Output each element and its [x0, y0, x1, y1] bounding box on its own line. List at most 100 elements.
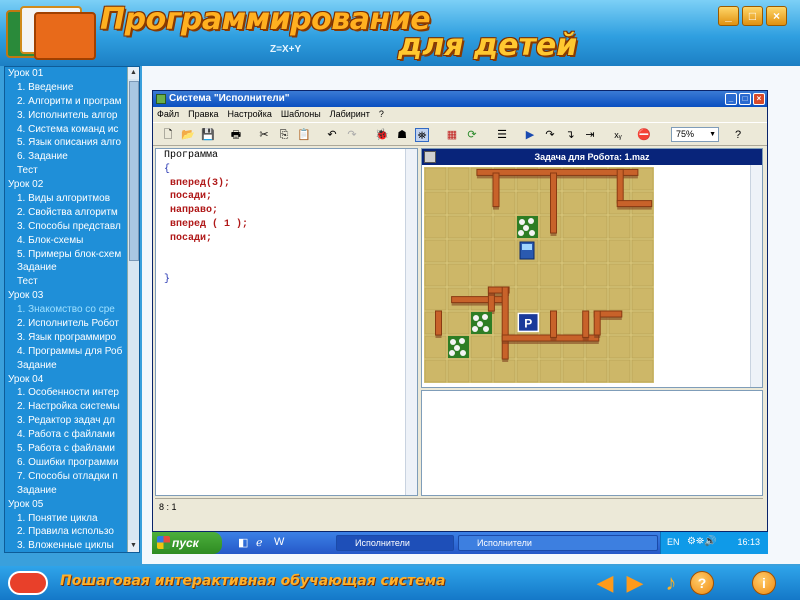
program-editor[interactable]: Программа { вперед(3); посади; направо; в…: [155, 148, 418, 496]
menu-item[interactable]: ?: [379, 109, 384, 119]
paste-icon[interactable]: 📋: [297, 128, 311, 142]
lesson-item[interactable]: Задание: [5, 359, 139, 373]
close-button[interactable]: ×: [766, 6, 787, 26]
window-close-button[interactable]: ×: [753, 93, 765, 105]
cut-icon[interactable]: ✂: [257, 128, 271, 142]
robot-pane-icon[interactable]: [424, 151, 436, 163]
editor-scrollbar[interactable]: [405, 149, 417, 495]
refresh-icon[interactable]: ⟳: [465, 128, 479, 142]
lesson-item[interactable]: 3. Язык программиро: [5, 331, 139, 345]
lesson-item[interactable]: 1. Особенности интер: [5, 386, 139, 400]
window-maximize-button[interactable]: □: [739, 93, 751, 105]
lesson-item[interactable]: 2. Правила использо: [5, 525, 139, 539]
lesson-header[interactable]: Урок 04: [5, 373, 139, 387]
step-out-icon[interactable]: ⇥: [583, 128, 597, 142]
lesson-item[interactable]: 3. Редактор задач дл: [5, 414, 139, 428]
lesson-header[interactable]: Урок 01: [5, 67, 139, 81]
lesson-item[interactable]: Задание: [5, 484, 139, 498]
lesson-item[interactable]: 4. Программы для Роб: [5, 345, 139, 359]
window-titlebar[interactable]: Система "Исполнители" _ □ ×: [153, 91, 767, 107]
music-icon[interactable]: ♪: [660, 572, 682, 594]
wall-shadow: [617, 206, 652, 210]
redo-icon[interactable]: ↷: [345, 128, 359, 142]
executor-icon[interactable]: ⛯: [415, 128, 429, 142]
info-button[interactable]: i: [752, 571, 776, 595]
flower-icon: [483, 326, 489, 332]
menu-item[interactable]: Файл: [157, 109, 179, 119]
forward-arrow-icon[interactable]: ▶: [624, 572, 646, 594]
robot-icon[interactable]: ☗: [395, 128, 409, 142]
lesson-item[interactable]: 1. Виды алгоритмов: [5, 192, 139, 206]
lesson-scrollbar[interactable]: ▲ ▼: [127, 67, 139, 552]
quicklaunch-ie-icon[interactable]: ℯ: [256, 536, 263, 549]
copy-icon[interactable]: ⎘: [277, 128, 291, 142]
task-button-executors[interactable]: Исполнители: [336, 535, 454, 551]
start-label: пуск: [172, 536, 199, 550]
quicklaunch-desktop-icon[interactable]: ◧: [238, 536, 248, 549]
lesson-item[interactable]: 4. Работа с файлами: [5, 428, 139, 442]
lesson-item[interactable]: 3. Исполнитель алгор: [5, 109, 139, 123]
lesson-item[interactable]: 3. Способы представл: [5, 220, 139, 234]
lesson-item[interactable]: 5. Работа с файлами: [5, 442, 139, 456]
open-folder-icon[interactable]: 📂: [181, 128, 195, 142]
lesson-header[interactable]: Урок 05: [5, 498, 139, 512]
save-icon[interactable]: 💾: [201, 128, 215, 142]
menu-item[interactable]: Настройка: [228, 109, 272, 119]
menu-item[interactable]: Шаблоны: [281, 109, 321, 119]
lesson-header[interactable]: Урок 03: [5, 289, 139, 303]
run-icon[interactable]: ▶: [523, 128, 537, 142]
start-button[interactable]: пуск: [152, 532, 222, 554]
lesson-item[interactable]: 1. Введение: [5, 81, 139, 95]
step-over-icon[interactable]: ↷: [543, 128, 557, 142]
lesson-item[interactable]: Тест: [5, 275, 139, 289]
tray-icons[interactable]: ⚙⛯🔊: [687, 536, 716, 547]
variables-icon[interactable]: xᵧ: [611, 128, 625, 142]
quicklaunch-word-icon[interactable]: W: [274, 536, 284, 548]
undo-icon[interactable]: ↶: [325, 128, 339, 142]
lesson-item[interactable]: 6. Ошибки программи: [5, 456, 139, 470]
new-file-icon[interactable]: 🗋: [161, 128, 175, 142]
code-line: направо;: [164, 205, 219, 217]
lesson-item[interactable]: 1. Знакомство со сре: [5, 303, 139, 317]
stop-icon[interactable]: ⛔: [637, 128, 651, 142]
window-minimize-button[interactable]: _: [725, 93, 737, 105]
zoom-select[interactable]: 75% ▼: [671, 127, 719, 142]
lesson-item[interactable]: 1. Понятие цикла: [5, 512, 139, 526]
lesson-item[interactable]: 7. Способы отладки п: [5, 470, 139, 484]
task-label: Исполнители: [477, 538, 532, 548]
lesson-item[interactable]: 4. Блок-схемы: [5, 234, 139, 248]
task-button-folder[interactable]: Исполнители: [458, 535, 658, 551]
lesson-item[interactable]: 5. Язык описания алго: [5, 136, 139, 150]
step-into-icon[interactable]: ↴: [563, 128, 577, 142]
lesson-item[interactable]: 2. Исполнитель Робот: [5, 317, 139, 331]
back-arrow-icon[interactable]: ◀: [594, 572, 616, 594]
bug-icon[interactable]: 🐞: [375, 128, 389, 142]
lesson-item[interactable]: Тест: [5, 164, 139, 178]
lesson-item[interactable]: 2. Алгоритм и програм: [5, 95, 139, 109]
language-indicator[interactable]: EN: [667, 537, 680, 547]
lesson-item[interactable]: 3. Вложенные циклы: [5, 539, 139, 552]
list-icon[interactable]: ☰: [495, 128, 509, 142]
lesson-item[interactable]: 6. Задание: [5, 150, 139, 164]
help-cursor-icon[interactable]: ?: [731, 128, 745, 142]
help-button[interactable]: ?: [690, 571, 714, 595]
maze-field[interactable]: P: [424, 167, 654, 385]
scroll-up-icon[interactable]: ▲: [128, 67, 139, 79]
floor-tile: [470, 335, 493, 359]
menu-item[interactable]: Лабиринт: [330, 109, 370, 119]
lesson-scroll-thumb[interactable]: [129, 81, 139, 261]
print-icon[interactable]: 🖶: [229, 128, 243, 142]
lesson-item[interactable]: Задание: [5, 261, 139, 275]
menu-item[interactable]: Правка: [188, 109, 218, 119]
lesson-item[interactable]: 5. Примеры блок-схем: [5, 248, 139, 262]
maze-icon[interactable]: ▦: [445, 128, 459, 142]
maximize-button[interactable]: □: [742, 6, 763, 26]
robot-scrollbar[interactable]: [750, 165, 762, 387]
scroll-down-icon[interactable]: ▼: [128, 540, 139, 552]
lesson-header[interactable]: Урок 02: [5, 178, 139, 192]
lesson-item[interactable]: 4. Система команд ис: [5, 123, 139, 137]
minimize-button[interactable]: _: [718, 6, 739, 26]
floor-tile: [562, 311, 585, 335]
lesson-item[interactable]: 2. Свойства алгоритм: [5, 206, 139, 220]
lesson-item[interactable]: 2. Настройка системы: [5, 400, 139, 414]
